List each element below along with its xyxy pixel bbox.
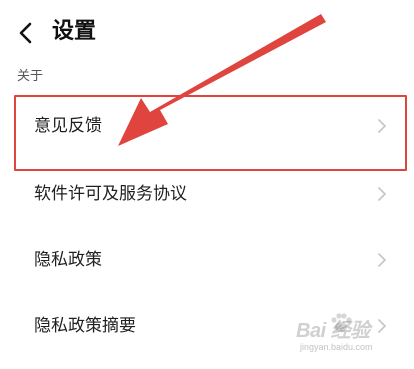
chevron-right-icon [378, 187, 386, 201]
page-title: 设置 [52, 19, 97, 44]
chevron-left-icon[interactable] [14, 20, 40, 46]
list-item-feedback[interactable]: 意见反馈 [0, 92, 414, 160]
settings-page: 设置 关于 意见反馈 软件许可及服务协议 隐私政策 隐私政策摘要 Bai 经验 … [0, 0, 414, 369]
chevron-right-icon [378, 319, 386, 333]
list-item-label: 隐私政策 [34, 250, 102, 270]
section-label-about: 关于 [17, 69, 44, 84]
list-item-label: 意见反馈 [34, 116, 102, 136]
chevron-right-icon [378, 119, 386, 133]
chevron-right-icon [378, 253, 386, 267]
list-item-privacy-summary[interactable]: 隐私政策摘要 [0, 292, 414, 360]
list-item-software-license[interactable]: 软件许可及服务协议 [0, 160, 414, 228]
list-item-privacy-policy[interactable]: 隐私政策 [0, 226, 414, 294]
list-item-label: 隐私政策摘要 [34, 316, 136, 336]
header-bar: 设置 [0, 0, 414, 66]
settings-list: 意见反馈 软件许可及服务协议 隐私政策 隐私政策摘要 [0, 92, 414, 369]
list-item-label: 软件许可及服务协议 [34, 184, 187, 204]
